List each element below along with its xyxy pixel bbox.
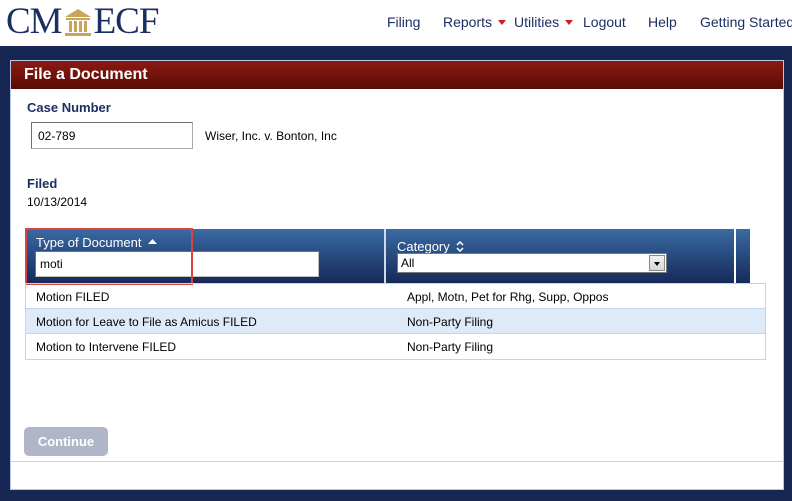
table-row[interactable]: Motion for Leave to File as Amicus FILED… — [26, 309, 765, 334]
nav-utilities[interactable]: Utilities — [514, 14, 574, 30]
panel-title: File a Document — [11, 61, 783, 89]
case-number-label: Case Number — [27, 100, 111, 115]
dropdown-caret-icon — [565, 19, 574, 25]
selected-category: All — [401, 256, 415, 270]
sort-both-icon — [456, 241, 464, 253]
grid-scrollbar-header — [734, 229, 750, 283]
nav-label: Utilities — [514, 14, 560, 30]
case-name: Wiser, Inc. v. Bonton, Inc — [205, 129, 337, 143]
column-title: Category — [397, 239, 450, 254]
nav-logout[interactable]: Logout — [583, 14, 626, 30]
table-row[interactable]: Motion FILED Appl, Motn, Pet for Rhg, Su… — [26, 284, 765, 309]
nav-label: Getting Started — [700, 14, 792, 30]
nav-label: Help — [648, 14, 677, 30]
file-document-panel: File a Document Case Number Wiser, Inc. … — [10, 60, 784, 490]
document-type-cell: Motion to Intervene FILED — [36, 340, 177, 354]
logo-text-left: CM — [6, 1, 63, 42]
divider — [11, 461, 783, 462]
document-type-cell: Motion FILED — [36, 290, 110, 304]
sort-category[interactable]: Category — [397, 239, 464, 254]
dropdown-caret-icon — [498, 19, 507, 25]
category-cell: Appl, Motn, Pet for Rhg, Supp, Oppos — [407, 290, 609, 304]
highlight-annotation — [25, 228, 193, 285]
category-filter-select[interactable]: All — [397, 253, 667, 273]
chevron-down-icon[interactable] — [649, 255, 665, 271]
filed-label: Filed — [27, 176, 58, 191]
filed-date: 10/13/2014 — [27, 195, 88, 209]
document-type-cell: Motion for Leave to File as Amicus FILED — [36, 315, 257, 329]
category-cell: Non-Party Filing — [407, 340, 494, 354]
column-category: Category All — [386, 229, 735, 283]
case-number-input[interactable] — [31, 122, 193, 149]
nav-getting-started[interactable]: Getting Started — [700, 14, 792, 30]
logo-text-right: ECF — [93, 1, 160, 42]
nav-label: Reports — [443, 14, 493, 30]
table-row[interactable]: Motion to Intervene FILED Non-Party Fili… — [26, 334, 765, 359]
document-type-list: Motion FILED Appl, Motn, Pet for Rhg, Su… — [25, 283, 766, 360]
nav-filing[interactable]: Filing — [387, 14, 420, 30]
nav-label: Logout — [583, 14, 626, 30]
page-frame: File a Document Case Number Wiser, Inc. … — [0, 46, 792, 501]
nav-help[interactable]: Help — [648, 14, 677, 30]
category-cell: Non-Party Filing — [407, 315, 494, 329]
cmecf-logo[interactable]: CM ECF — [6, 1, 160, 42]
nav-reports[interactable]: Reports — [443, 14, 507, 30]
continue-button[interactable]: Continue — [24, 427, 108, 456]
top-bar: CM ECF Filing Reports Utilities Logout H… — [0, 0, 792, 46]
courthouse-icon — [64, 9, 91, 36]
nav-label: Filing — [387, 14, 421, 30]
